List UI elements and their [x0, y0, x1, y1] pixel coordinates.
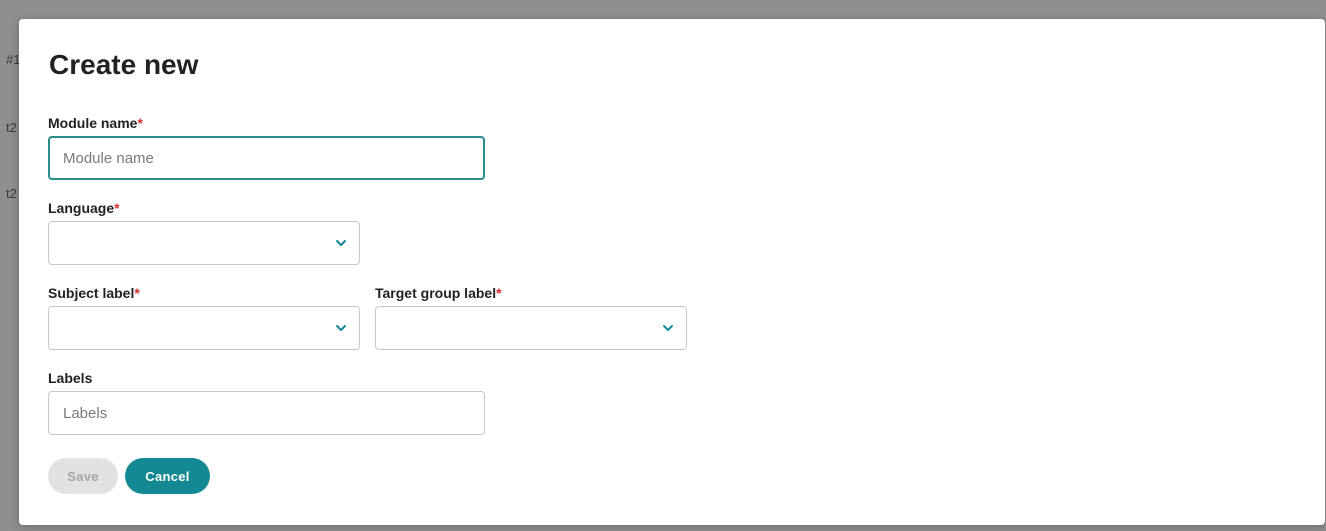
- labels-label-text: Labels: [48, 370, 93, 386]
- save-button[interactable]: Save: [48, 458, 118, 494]
- language-select[interactable]: [48, 221, 360, 265]
- required-marker: *: [134, 285, 140, 301]
- module-name-label-text: Module name: [48, 115, 138, 131]
- labels-label: Labels: [48, 370, 92, 386]
- subject-label-label-text: Subject label: [48, 285, 135, 301]
- cancel-button[interactable]: Cancel: [125, 458, 210, 494]
- backdrop-text: t2: [6, 120, 17, 135]
- language-label: Language*: [48, 200, 120, 216]
- required-marker: *: [496, 285, 502, 301]
- dialog-title: Create new: [49, 49, 199, 80]
- module-name-input[interactable]: [48, 136, 485, 180]
- target-group-label-select[interactable]: [375, 306, 687, 350]
- module-name-label: Module name*: [48, 115, 143, 131]
- chevron-down-icon: [663, 325, 673, 331]
- chevron-down-icon: [336, 325, 346, 331]
- subject-label-select[interactable]: [48, 306, 360, 350]
- language-label-text: Language: [48, 200, 115, 216]
- target-group-label-label: Target group label*: [375, 285, 502, 301]
- required-marker: *: [114, 200, 120, 216]
- labels-input[interactable]: [48, 391, 485, 435]
- target-group-label-label-text: Target group label: [375, 285, 497, 301]
- subject-label-label: Subject label*: [48, 285, 140, 301]
- backdrop-text: t2: [6, 186, 17, 201]
- create-new-dialog: Create new Module name* Language* Subjec…: [19, 19, 1325, 525]
- chevron-down-icon: [336, 240, 346, 246]
- required-marker: *: [137, 115, 143, 131]
